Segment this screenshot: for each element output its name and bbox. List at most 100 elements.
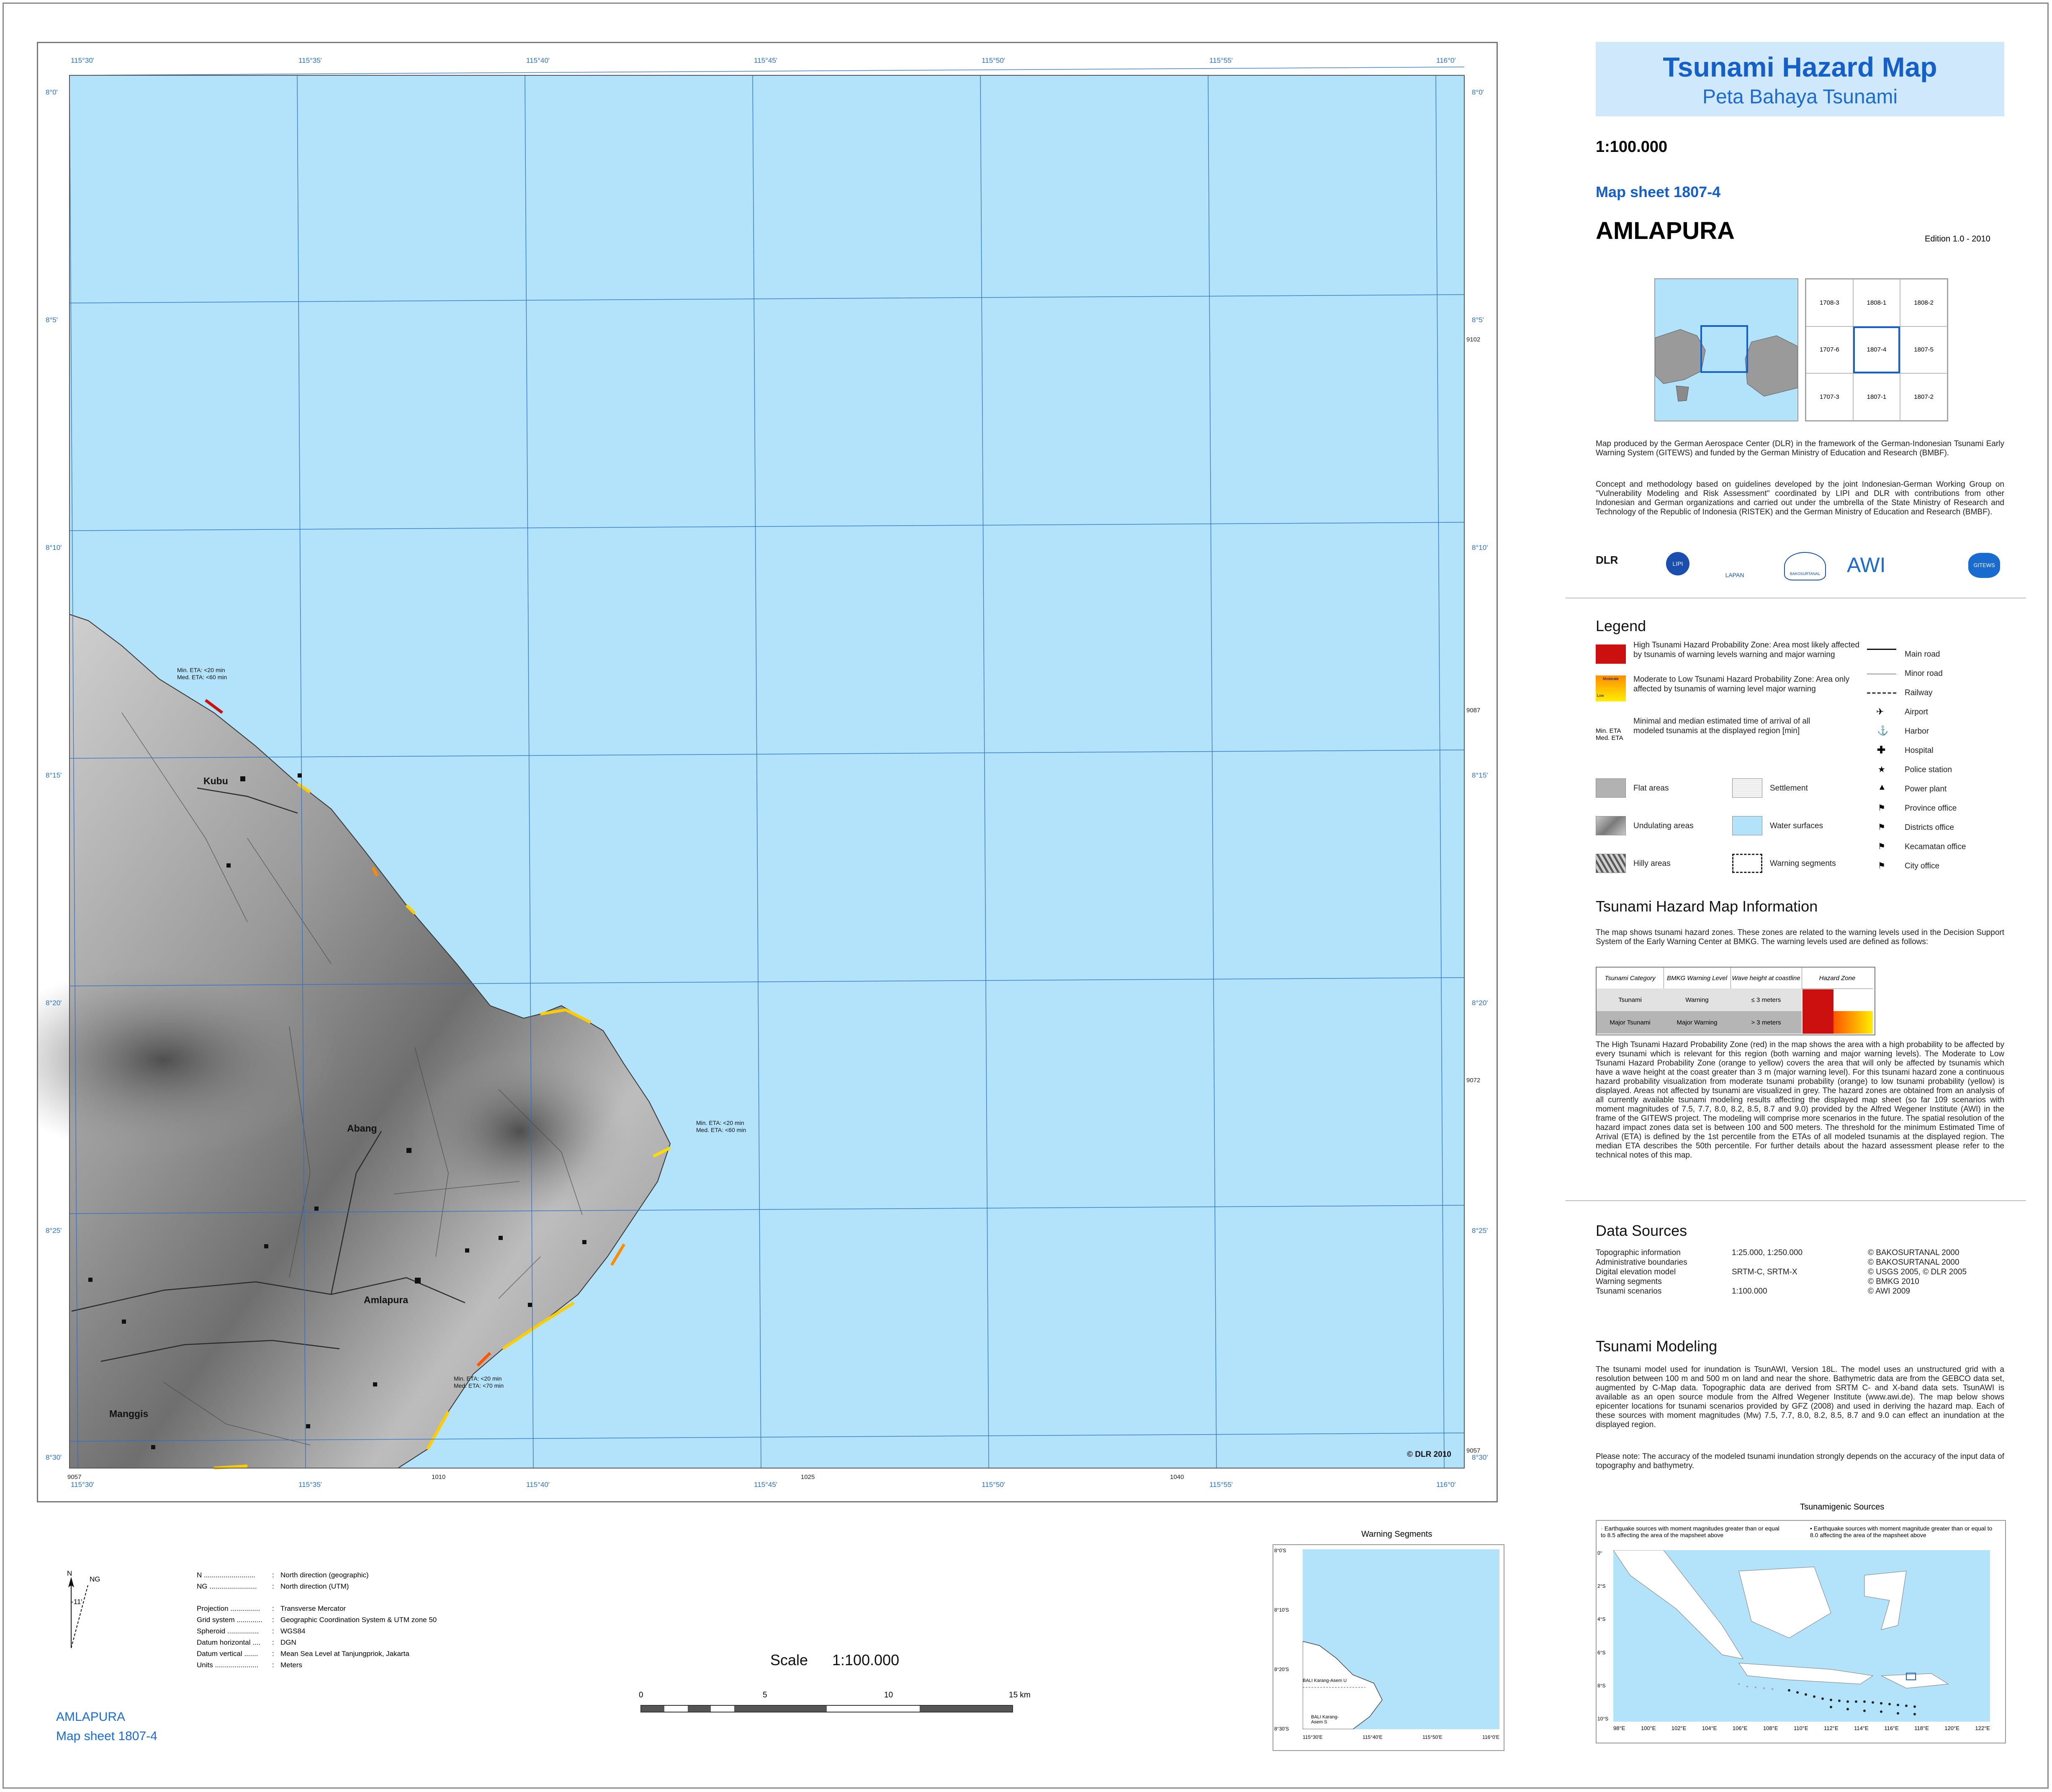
awi-logo: AWI [1847,553,1886,577]
legend-harbor: Harbor [1905,727,1929,736]
about-paragraph-2: Concept and methodology based on guideli… [1596,480,2004,516]
north-arrow [68,1577,88,1648]
parallel-line [69,67,1465,76]
warning-segments-map[interactable]: BALI Karang-Asem U BALI Karang-Asem S 8°… [1273,1544,1504,1751]
legend-districts-office: Districts office [1905,823,1954,832]
map-subtitle: Peta Bahaya Tsunami [1702,86,1898,108]
railway-symbol [1867,692,1896,694]
modeling-note: Please note: The accuracy of the modeled… [1596,1452,2004,1470]
north-label: N [67,1569,72,1577]
lat-label-right: 8°20' [1472,999,1488,1007]
place-label: Amlapura [364,1294,409,1305]
gitews-logo: GITEWS [1968,553,2000,578]
sources-map[interactable]: ◦ Earthquake sources with moment magnitu… [1596,1520,2006,1743]
table-header: Hazard Zone [1802,968,1873,989]
flat-areas-swatch [1596,778,1626,798]
lat-label-right: 8°5' [1472,316,1484,324]
sources-map-title: Tsunamigenic Sources [1800,1502,1885,1512]
footer-sheet: Map sheet 1807-4 [56,1729,157,1743]
info-heading: Tsunami Hazard Map Information [1596,898,1818,915]
legend-high-hazard: High Tsunami Hazard Probability Zone: Ar… [1633,641,1860,659]
legend-airport: Airport [1905,708,1928,716]
police-station-icon: ★ [1878,765,1885,774]
legend-heading: Legend [1596,617,1646,634]
lon-label-top: 116°0' [1436,56,1456,64]
main-road-symbol [1867,649,1896,650]
main-map-frame: 115°30' 115°35' 115°40' 115°45' 115°50' … [37,42,1498,1502]
sources-legend-a: ◦ Earthquake sources with moment magnitu… [1601,1525,1779,1538]
hazard-zone-moderate [1833,1011,1873,1034]
map-copyright: © DLR 2010 [1407,1450,1451,1459]
scale-tick: 5 [763,1691,767,1700]
lon-label-bottom: 115°40' [526,1481,550,1489]
lon-label-bottom: 115°30' [71,1481,95,1489]
scale-heading: 1:100.000 [1596,138,1668,156]
legend-railway: Railway [1905,688,1933,697]
utm-label-right: 9072 [1466,1077,1481,1084]
eta-legend-sample: Min. ETA Med. ETA [1596,727,1623,742]
index-cell[interactable]: 1808-2 [1900,279,1947,326]
lon-label-bottom: 115°50' [982,1481,1005,1489]
table-row: Tsunami Warning ≤ 3 meters [1597,988,1802,1011]
index-cell[interactable]: 1707-6 [1806,326,1853,374]
main-map[interactable] [38,43,1497,1501]
utm-label-bottom: 1010 [432,1474,446,1481]
legend-province-office: Province office [1905,804,1957,813]
sources-map-water [1613,1550,1990,1722]
legend-kecamatan-office: Kecamatan office [1905,842,1966,851]
undulating-swatch [1596,816,1626,835]
region-name: AMLAPURA [1596,217,1735,244]
place-label: Kubu [203,775,228,786]
settlement-swatch [1732,778,1762,798]
scale-tick: 10 [884,1691,893,1700]
lon-label-top: 115°40' [526,56,550,64]
legend-warning-segments: Warning segments [1770,859,1836,868]
power-plant-icon: ▲ [1878,783,1886,792]
lat-label-right: 8°15' [1472,771,1488,779]
sources-lat-labels: 0° 2°S 4°S 6°S 8°S 10°S [1597,1550,1609,1722]
warning-map-title: Warning Segments [1361,1530,1432,1539]
warning-map-label: BALI Karang-Asem U [1303,1678,1347,1683]
lon-label-top: 115°50' [982,56,1005,64]
overview-map[interactable] [1654,278,1798,421]
index-cell[interactable]: 1807-5 [1900,326,1947,374]
map-sheet-label: Map sheet 1807-4 [1596,183,1721,200]
index-cell[interactable]: 1708-3 [1806,279,1853,326]
scale-value: 1:100.000 [832,1651,900,1669]
index-cell[interactable]: 1807-2 [1900,373,1947,421]
index-cell[interactable]: 1808-1 [1853,279,1900,326]
lat-label-right: 8°25' [1472,1227,1488,1235]
sources-legend-b: • Earthquake sources with moment magnitu… [1810,1525,1993,1538]
lat-label-right: 8°10' [1472,544,1488,552]
warning-map-water [1303,1549,1499,1729]
city-office-icon: ⚑ [1878,861,1885,870]
lat-label-right: 8°0' [1472,88,1484,96]
data-sources-heading: Data Sources [1596,1222,1687,1239]
bakosurtanal-logo: BAKOSURTANAL [1784,552,1826,580]
sources-lon-labels: 98°E 100°E 102°E 104°E 106°E 108°E 110°E 112°E 1… [1613,1725,1990,1731]
edition-label: Edition 1.0 - 2010 [1925,234,1990,244]
index-cell-current[interactable]: 1807-4 [1853,326,1900,374]
sheet-index-grid: 1708-3 1808-1 1808-2 1707-6 1807-4 1807-… [1805,278,1948,421]
declination-label: -11' [71,1598,82,1606]
lat-label-right: 8°30' [1472,1453,1488,1461]
lat-label-left: 8°20' [46,999,62,1007]
lat-label-left: 8°15' [46,771,62,779]
lapan-logo: LAPAN [1725,572,1744,578]
index-cell[interactable]: 1707-3 [1806,373,1853,421]
legend-main-road: Main road [1905,650,1940,659]
lat-label-left: 8°30' [46,1453,62,1461]
legend-flat-areas: Flat areas [1633,784,1669,793]
modeling-heading: Tsunami Modeling [1596,1338,1718,1355]
lon-label-top: 115°45' [754,56,778,64]
eta-label: Min. ETA: <20 min Med. ETA: <60 min [177,667,227,680]
about-paragraph-1: Map produced by the German Aerospace Cen… [1596,439,2004,457]
legend-water: Water surfaces [1770,822,1823,830]
legend-minor-road: Minor road [1905,669,1943,678]
index-cell[interactable]: 1807-1 [1853,373,1900,421]
warning-map-lon-labels: 115°30'E 115°40'E 115°50'E 116°0'E [1303,1734,1499,1740]
lon-label-top: 115°55' [1209,56,1233,64]
lat-label-left: 8°5' [46,316,58,324]
legend-power-plant: Power plant [1905,785,1947,793]
hazard-zone-high [1803,989,1833,1034]
